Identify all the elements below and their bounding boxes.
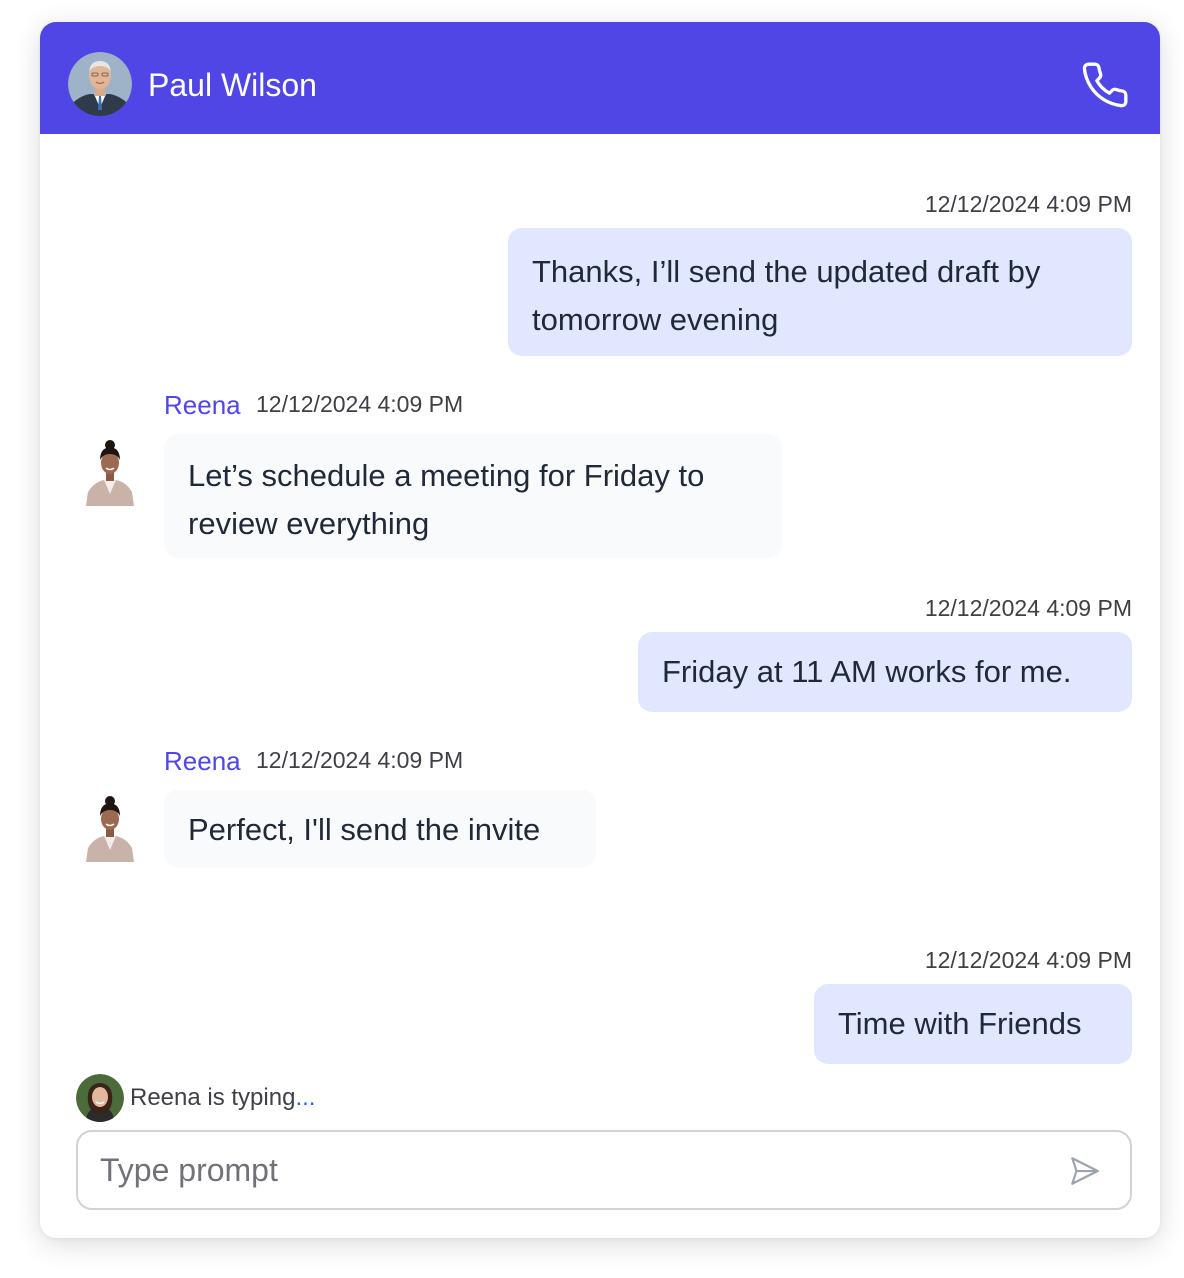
chat-header: Paul Wilson [40, 22, 1160, 134]
contact-avatar[interactable] [68, 52, 132, 116]
message-line: Thanks, I’ll send the updated draft by [532, 254, 1041, 289]
message-line: Time with Friends [838, 1006, 1082, 1041]
message-line: Let’s schedule a meeting for Friday to [188, 458, 705, 493]
sender-name: Reena [164, 390, 241, 420]
outgoing-message: Thanks, I’ll send the updated draft by t… [508, 228, 1132, 356]
chat-window: Paul Wilson 12/12/2024 4:09 PM Thanks, I… [40, 22, 1160, 1238]
outgoing-message: Time with Friends [814, 984, 1132, 1064]
prompt-input[interactable] [100, 1132, 1040, 1208]
message-timestamp: 12/12/2024 4:09 PM [924, 191, 1132, 217]
message-line: review everything [188, 506, 430, 541]
typing-dots: ... [295, 1084, 316, 1111]
sender-avatar [80, 438, 140, 506]
contact-name: Paul Wilson [148, 67, 317, 103]
typing-indicator: Reena is typing... [130, 1084, 315, 1112]
sender-avatar [80, 794, 140, 862]
typing-label: Reena is typing [130, 1084, 296, 1111]
message-line: Perfect, I'll send the invite [188, 812, 541, 847]
incoming-message: Perfect, I'll send the invite [164, 790, 596, 868]
message-line: Friday at 11 AM works for me. [662, 654, 1072, 689]
message-line: tomorrow evening [532, 302, 779, 337]
outgoing-message: Friday at 11 AM works for me. [638, 632, 1132, 712]
send-icon[interactable] [1068, 1154, 1102, 1188]
message-timestamp: 12/12/2024 4:09 PM [256, 391, 464, 417]
phone-icon[interactable] [1080, 60, 1130, 110]
incoming-message: Let’s schedule a meeting for Friday to r… [164, 434, 782, 558]
message-timestamp: 12/12/2024 4:09 PM [924, 947, 1132, 973]
message-composer [76, 1130, 1132, 1210]
message-timestamp: 12/12/2024 4:09 PM [256, 747, 464, 773]
message-timestamp: 12/12/2024 4:09 PM [924, 595, 1132, 621]
sender-name: Reena [164, 746, 241, 776]
typing-avatar [76, 1074, 124, 1122]
